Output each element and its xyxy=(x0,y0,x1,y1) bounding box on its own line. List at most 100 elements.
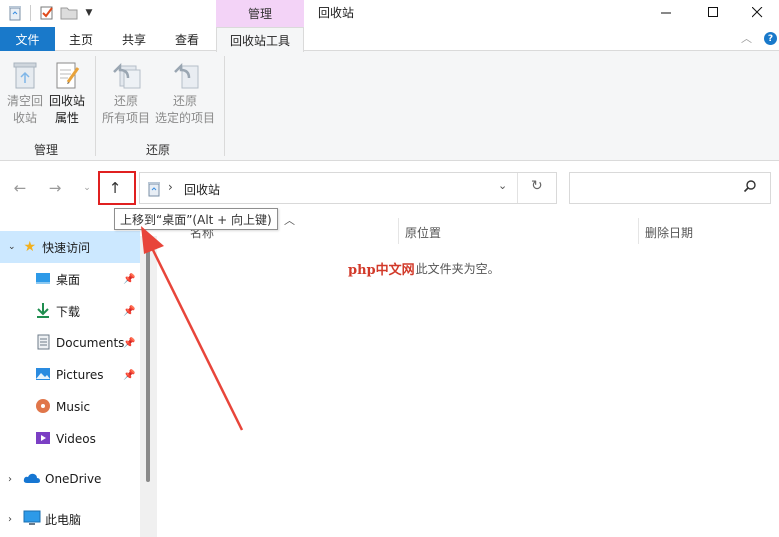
restore-all-button[interactable]: 还原 所有项目 xyxy=(100,56,152,132)
annotation-highlight-box xyxy=(98,171,136,205)
sidebar-scrollbar-thumb[interactable] xyxy=(146,238,150,482)
refresh-icon[interactable]: ↻ xyxy=(531,178,543,194)
minimize-icon xyxy=(660,12,671,13)
sort-ascending-icon: ︿ xyxy=(284,214,295,227)
sidebar-item-this-pc[interactable]: › 此电脑 xyxy=(0,503,140,535)
recycle-bin-icon xyxy=(12,60,38,90)
star-icon: ★ xyxy=(23,239,37,255)
pin-icon[interactable]: 📌 xyxy=(123,370,135,381)
empty-folder-text: 此文件夹为空。 xyxy=(415,262,500,276)
tab-file[interactable]: 文件 xyxy=(0,27,55,51)
sidebar-item-videos[interactable]: Videos xyxy=(0,423,140,455)
close-icon xyxy=(751,6,762,17)
customize-qa-dropdown-icon[interactable]: ▼ xyxy=(80,4,98,22)
sidebar-item-label: Videos xyxy=(56,432,96,446)
sidebar-item-onedrive[interactable]: › OneDrive xyxy=(0,463,140,495)
cloud-icon xyxy=(23,472,41,487)
chevron-right-icon[interactable]: › xyxy=(8,474,12,485)
sidebar-item-pictures[interactable]: Pictures xyxy=(0,359,140,391)
pictures-icon xyxy=(35,366,51,385)
forward-arrow-icon: → xyxy=(48,179,62,197)
sidebar-item-label: 此电脑 xyxy=(45,512,82,527)
restore-selected-label-1: 还原 xyxy=(172,94,197,108)
sidebar-item-documents[interactable]: Documents xyxy=(0,327,140,359)
new-folder-icon[interactable] xyxy=(60,4,78,22)
tab-recycle-bin-tools[interactable]: 回收站工具 xyxy=(216,27,304,52)
sidebar-item-downloads[interactable]: 下载 xyxy=(0,295,140,327)
computer-icon xyxy=(23,510,41,529)
collapse-ribbon-icon[interactable]: ︿ xyxy=(741,30,752,46)
properties-label-2: 属性 xyxy=(54,111,79,125)
sidebar-item-label: Music xyxy=(56,400,91,414)
empty-recycle-bin-button[interactable]: 清空回 收站 xyxy=(6,56,44,132)
watermark-text: php中文网 xyxy=(348,263,415,278)
back-button[interactable]: ← xyxy=(9,177,31,199)
column-separator[interactable] xyxy=(638,218,639,244)
address-separator xyxy=(517,173,518,203)
pin-icon[interactable]: 📌 xyxy=(123,274,135,285)
window-title: 回收站 xyxy=(318,6,355,20)
sidebar-item-label: 下载 xyxy=(56,304,81,319)
sidebar-item-label: OneDrive xyxy=(45,472,102,486)
pin-icon[interactable]: 📌 xyxy=(123,306,135,317)
download-icon xyxy=(35,302,51,321)
properties-icon xyxy=(54,60,80,90)
sidebar-item-desktop[interactable]: 桌面 xyxy=(0,263,140,295)
minimize-button[interactable] xyxy=(643,0,689,24)
music-icon xyxy=(35,398,51,417)
chevron-down-icon: ⌄ xyxy=(83,183,91,193)
ribbon-group-separator-end xyxy=(224,56,225,156)
sidebar-item-label: Pictures xyxy=(56,368,104,382)
pin-icon[interactable]: 📌 xyxy=(123,338,135,349)
recycle-bin-app-icon xyxy=(6,4,24,22)
up-button-tooltip: 上移到“桌面”(Alt + 向上键) xyxy=(114,208,278,230)
restore-all-label-2: 所有项目 xyxy=(101,111,150,125)
sidebar-item-quick-access[interactable]: ⌄ ★ 快速访问 xyxy=(0,231,140,263)
sidebar-item-label: 桌面 xyxy=(56,272,81,287)
tab-home[interactable]: 主页 xyxy=(57,27,105,51)
sidebar-item-label: 快速访问 xyxy=(42,240,91,255)
restore-selected-icon xyxy=(170,60,200,90)
restore-selected-button[interactable]: 还原 选定的项目 xyxy=(153,56,217,132)
empty-folder-message: php中文网 此文件夹为空。 xyxy=(348,259,500,278)
help-icon[interactable]: ? xyxy=(764,32,777,45)
maximize-button[interactable] xyxy=(690,0,736,24)
address-history-dropdown-icon[interactable]: ⌄ xyxy=(498,179,507,192)
tab-view[interactable]: 查看 xyxy=(163,27,211,51)
restore-all-label-1: 还原 xyxy=(113,94,138,108)
recent-locations-button[interactable]: ⌄ xyxy=(76,177,98,199)
address-recycle-bin-icon xyxy=(147,181,161,200)
empty-bin-label-1: 清空回 xyxy=(6,94,43,108)
column-header-date-deleted[interactable]: 删除日期 xyxy=(645,224,693,241)
qa-separator xyxy=(30,5,31,21)
chevron-down-icon[interactable]: ⌄ xyxy=(8,242,16,252)
desktop-icon xyxy=(35,271,51,288)
sidebar-item-label: Documents xyxy=(56,336,125,350)
search-box[interactable] xyxy=(569,172,771,204)
group-label-restore: 还原 xyxy=(146,143,171,157)
close-button[interactable] xyxy=(734,0,779,24)
videos-icon xyxy=(35,430,51,449)
documents-icon xyxy=(35,334,51,353)
properties-label-1: 回收站 xyxy=(48,94,85,108)
address-bar[interactable]: › 回收站 ⌄ ↻ xyxy=(139,172,557,204)
forward-button[interactable]: → xyxy=(44,177,66,199)
column-header-original-location[interactable]: 原位置 xyxy=(405,224,441,241)
restore-selected-label-2: 选定的项目 xyxy=(154,111,215,125)
breadcrumb-chevron-icon: › xyxy=(168,180,173,194)
context-tab-group-manage: 管理 xyxy=(216,0,304,27)
breadcrumb-location[interactable]: 回收站 xyxy=(184,181,220,198)
empty-bin-label-2: 收站 xyxy=(12,111,37,125)
restore-all-icon xyxy=(111,60,141,90)
chevron-right-icon[interactable]: › xyxy=(8,514,12,525)
properties-check-icon[interactable] xyxy=(38,4,56,22)
recycle-bin-properties-button[interactable]: 回收站 属性 xyxy=(48,56,86,132)
sidebar-item-music[interactable]: Music xyxy=(0,391,140,423)
search-icon[interactable] xyxy=(743,179,757,196)
search-input[interactable] xyxy=(576,179,736,197)
ribbon-group-separator xyxy=(95,56,96,156)
tab-share[interactable]: 共享 xyxy=(110,27,158,51)
maximize-icon xyxy=(707,6,718,17)
back-arrow-icon: ← xyxy=(13,179,27,197)
column-separator[interactable] xyxy=(398,218,399,244)
